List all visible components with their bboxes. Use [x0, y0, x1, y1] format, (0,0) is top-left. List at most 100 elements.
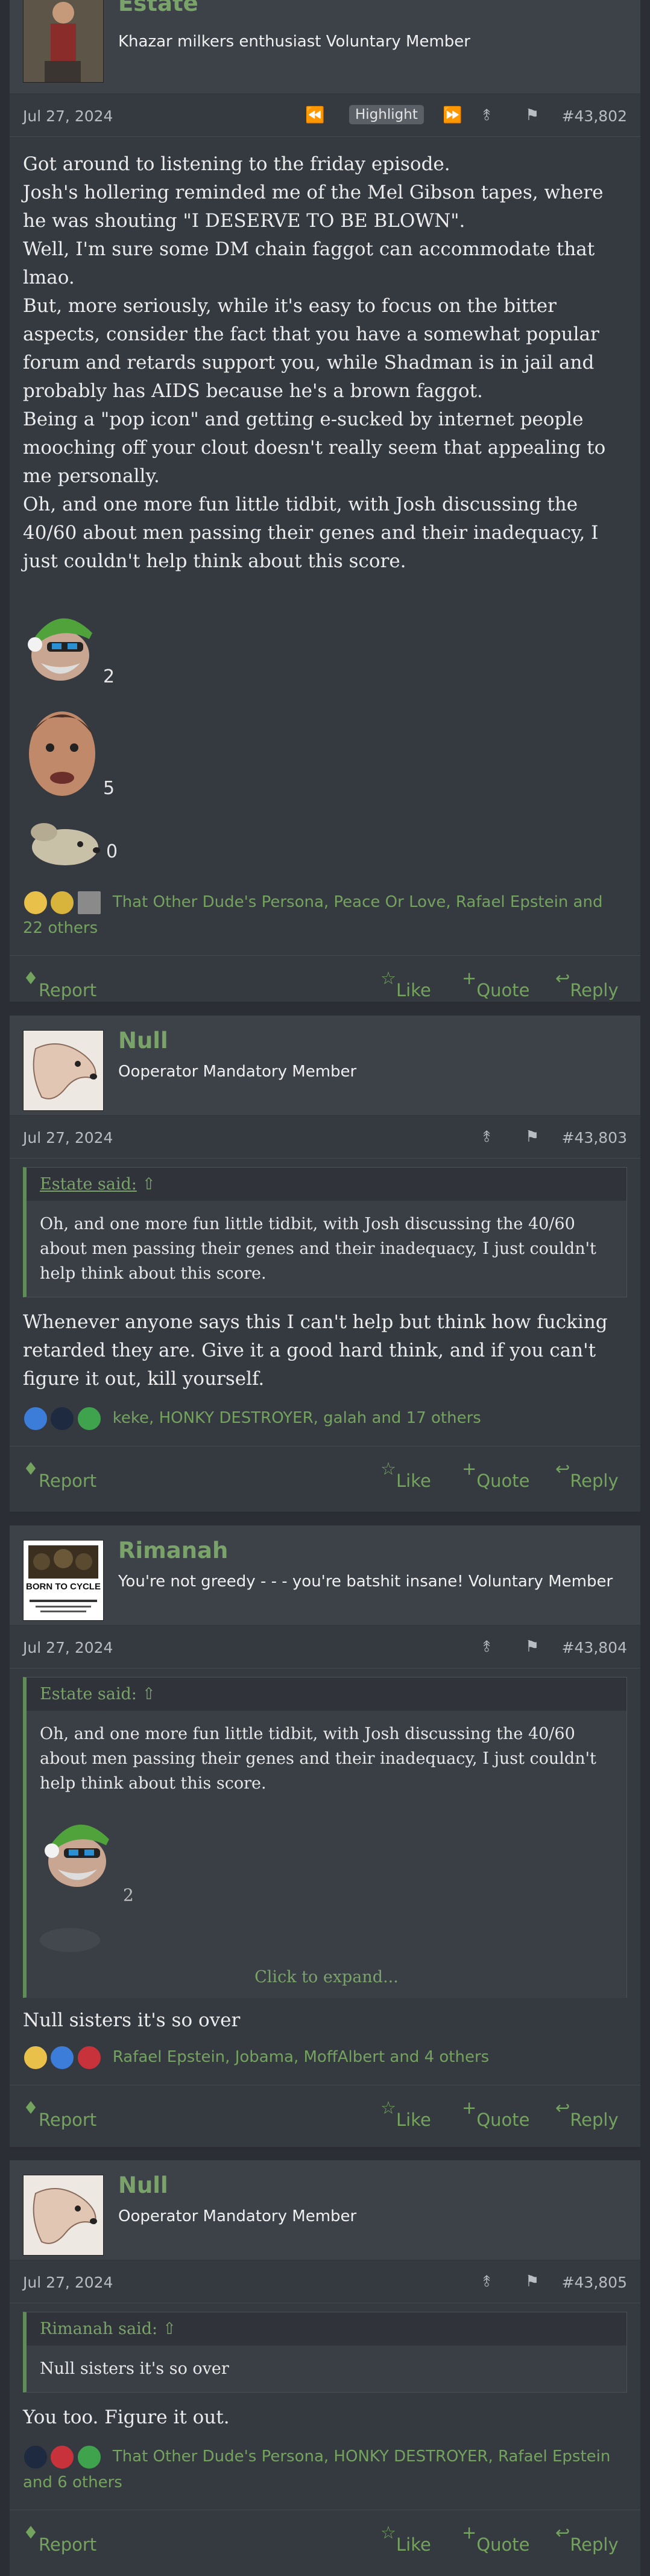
reactions-names[interactable]: That Other Dude's Persona, HONKY DESTROY…: [23, 2447, 610, 2492]
post-number[interactable]: #43,802: [562, 107, 627, 125]
reactions-names[interactable]: keke, HONKY DESTROYER, galah and 17 othe…: [113, 1409, 481, 1427]
quote-block: Estate said: ⇧ Oh, and one more fun litt…: [23, 1677, 627, 1998]
quote-header[interactable]: Rimanah said: ⇧: [27, 2312, 626, 2345]
share-icon[interactable]: ⥉: [483, 1128, 490, 1146]
paragraph: Whenever anyone says this I can't help b…: [23, 1311, 608, 1390]
username[interactable]: Null: [118, 2172, 168, 2198]
report-button[interactable]: ♦ Report: [23, 1458, 96, 1491]
post-header: BORN TO CYCLE Rimanah You're not greedy …: [10, 1525, 640, 1626]
click-to-expand[interactable]: Click to expand...: [27, 1962, 626, 1997]
quote-text: Oh, and one more fun little tidbit, with…: [40, 1725, 596, 1793]
avatar[interactable]: [23, 0, 104, 83]
reply-button[interactable]: ↩ Reply: [555, 2522, 619, 2555]
like-button[interactable]: ☆ Like: [380, 2097, 431, 2130]
like-reaction-icon: [23, 1405, 48, 1431]
bookmark-icon[interactable]: ⚑: [525, 106, 539, 124]
post-meta: Jul 27, 2024 ⏪ Highlight ⏩ ⥉ ⚑ #43,802: [10, 94, 640, 137]
highlight-badge[interactable]: Highlight: [349, 105, 424, 124]
post-number[interactable]: #43,803: [562, 1129, 627, 1146]
bookmark-icon[interactable]: ⚑: [525, 1128, 539, 1146]
avatar[interactable]: [23, 2175, 104, 2256]
reactions-summary[interactable]: That Other Dude's Persona, HONKY DESTROY…: [10, 2444, 640, 2495]
paragraph: Josh's hollering reminded me of the Mel …: [23, 182, 604, 232]
quote-author[interactable]: Estate said:: [40, 1685, 137, 1703]
post-header: Estate Khazar milkers enthusiast Volunta…: [10, 0, 640, 94]
like-button[interactable]: ☆ Like: [380, 2522, 431, 2555]
post-body: Whenever anyone says this I can't help b…: [10, 1308, 640, 1393]
rewind-icon[interactable]: ⏪: [305, 106, 324, 124]
like-button[interactable]: ☆ Like: [380, 1458, 431, 1491]
post-header: Null Ooperator Mandatory Member: [10, 1016, 640, 1116]
reactions-names[interactable]: Rafael Epstein, Jobama, MoffAlbert and 4…: [113, 2048, 489, 2066]
quote-button[interactable]: + Quote: [462, 2097, 529, 2130]
rating-icon-face: [23, 696, 101, 807]
post: Estate Khazar milkers enthusiast Volunta…: [10, 0, 640, 1004]
like-reaction-icon: [49, 2044, 75, 2070]
quote-button[interactable]: + Quote: [462, 2522, 529, 2555]
user-title: Ooperator Mandatory Member: [118, 1063, 357, 1081]
post-number[interactable]: #43,804: [562, 1639, 627, 1656]
rating-icon-santa: [23, 606, 101, 687]
jump-to-quote-icon[interactable]: ⇧: [163, 2320, 177, 2338]
report-button[interactable]: ♦ Report: [23, 968, 96, 1000]
hat-reaction-icon: [49, 1405, 75, 1431]
quote-button[interactable]: + Quote: [462, 1458, 529, 1491]
post-number[interactable]: #43,805: [562, 2274, 627, 2291]
reactions-summary[interactable]: That Other Dude's Persona, Peace Or Love…: [10, 889, 640, 941]
post: Null Ooperator Mandatory Member Jul 27, …: [10, 1016, 640, 1514]
paragraph: Oh, and one more fun little tidbit, with…: [23, 494, 599, 572]
like-button[interactable]: ☆ Like: [380, 968, 431, 1000]
bookmark-icon[interactable]: ⚑: [525, 2272, 539, 2291]
quote-body: Oh, and one more fun little tidbit, with…: [27, 1201, 626, 1297]
jump-to-quote-icon[interactable]: ⇧: [142, 1175, 156, 1194]
report-button[interactable]: ♦ Report: [23, 2522, 96, 2555]
post: BORN TO CYCLE Rimanah You're not greedy …: [10, 1525, 640, 2149]
quote-author[interactable]: Rimanah said:: [40, 2320, 157, 2338]
post-actions: ♦ Report ☆ Like + Quote ↩ Reply: [10, 1445, 640, 1492]
rating-list: 2 5 0: [10, 594, 640, 883]
user-title: Ooperator Mandatory Member: [118, 2207, 357, 2225]
post-body: You too. Figure it out.: [10, 2403, 640, 2432]
avatar[interactable]: [23, 1030, 104, 1111]
post-body: Null sisters it's so over: [10, 2006, 640, 2035]
post-date[interactable]: Jul 27, 2024: [23, 1129, 113, 1146]
fast-forward-icon[interactable]: ⏩: [443, 106, 462, 124]
rating-count: 2: [123, 1885, 134, 1905]
post-date[interactable]: Jul 27, 2024: [23, 2274, 113, 2291]
paragraph: Being a "pop icon" and getting e-sucked …: [23, 409, 606, 487]
paragraph: But, more seriously, while it's easy to …: [23, 295, 599, 402]
username[interactable]: Rimanah: [118, 1538, 228, 1563]
jump-to-quote-icon[interactable]: ⇧: [142, 1685, 156, 1703]
share-icon[interactable]: ⥉: [483, 106, 490, 125]
post-date[interactable]: Jul 27, 2024: [23, 1639, 113, 1656]
rating-count: 0: [106, 841, 118, 862]
thinking-reaction-icon: [23, 2044, 48, 2070]
quote-author[interactable]: Estate said:: [40, 1175, 137, 1194]
rating-icon-dog: [23, 814, 101, 871]
username[interactable]: Null: [118, 1028, 168, 1054]
share-icon[interactable]: ⥉: [483, 1638, 490, 1656]
post-actions: ♦ Report ☆ Like + Quote ↩ Reply: [10, 955, 640, 1001]
post-header: Null Ooperator Mandatory Member: [10, 2160, 640, 2260]
reactions-names[interactable]: That Other Dude's Persona, Peace Or Love…: [23, 893, 602, 937]
post-date[interactable]: Jul 27, 2024: [23, 107, 113, 125]
paragraph: Null sisters it's so over: [23, 2009, 241, 2031]
rating-count: 2: [103, 666, 115, 687]
paragraph: You too. Figure it out.: [23, 2406, 230, 2428]
rating-count: 5: [103, 778, 115, 799]
avatar[interactable]: BORN TO CYCLE: [23, 1540, 104, 1621]
reactions-summary[interactable]: Rafael Epstein, Jobama, MoffAlbert and 4…: [10, 2044, 640, 2070]
reactions-summary[interactable]: keke, HONKY DESTROYER, galah and 17 othe…: [10, 1405, 640, 1431]
quote-header[interactable]: Estate said: ⇧: [27, 1678, 626, 1711]
quote-button[interactable]: + Quote: [462, 968, 529, 1000]
quote-block: Rimanah said: ⇧ Null sisters it's so ove…: [23, 2312, 627, 2393]
reply-button[interactable]: ↩ Reply: [555, 968, 619, 1000]
share-icon[interactable]: ⥉: [483, 2272, 490, 2291]
username[interactable]: Estate: [118, 0, 198, 16]
quote-header[interactable]: Estate said: ⇧: [27, 1168, 626, 1201]
reply-button[interactable]: ↩ Reply: [555, 1458, 619, 1491]
bookmark-icon[interactable]: ⚑: [525, 1638, 539, 1656]
report-button[interactable]: ♦ Report: [23, 2097, 96, 2130]
rating-icon-santa: [40, 1812, 118, 1898]
reply-button[interactable]: ↩ Reply: [555, 2097, 619, 2130]
